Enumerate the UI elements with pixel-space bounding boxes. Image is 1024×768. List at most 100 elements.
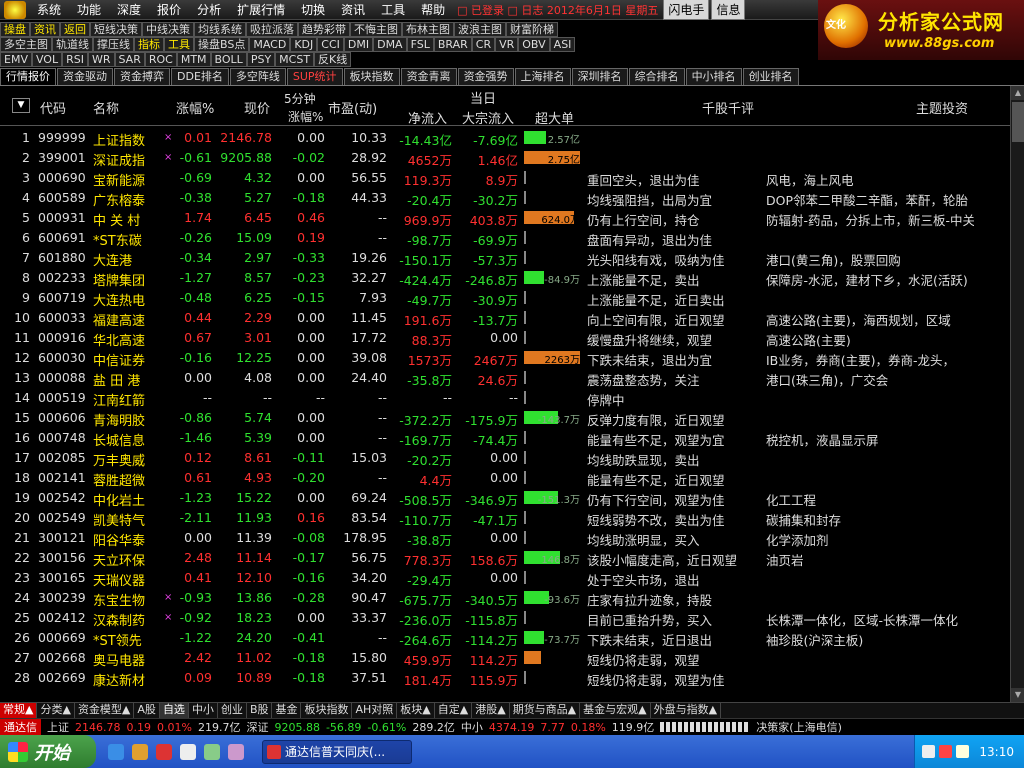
table-row[interactable]: 12 600030 中信证券 -0.16 12.25 0.00 39.08 1573万 2467…	[0, 348, 1010, 369]
tab-view[interactable]: 板块指数	[343, 68, 400, 85]
market-tab[interactable]: 分类▲	[37, 703, 75, 718]
table-row[interactable]: 28 002669 康达新材 0.09 10.89 -0.18 37.51 181.4万 115…	[0, 668, 1010, 688]
toolbar-button[interactable]: 中线决策	[142, 21, 194, 37]
menu-tools[interactable]: 工具	[373, 1, 413, 18]
tab-view[interactable]: 深圳排名	[571, 68, 628, 85]
toolbar-button[interactable]: MCST	[275, 51, 315, 67]
tool-icon[interactable]	[204, 743, 220, 760]
table-row[interactable]: 15 000606 青海明胶 -0.86 5.74 0.00 -- -372.2万 -175.9…	[0, 408, 1010, 429]
market-tab[interactable]: A股	[134, 703, 160, 718]
toolbar-button[interactable]: VR	[495, 36, 519, 52]
toolbar-button[interactable]: KDJ	[290, 36, 318, 52]
table-row[interactable]: 14 000519 江南红箭 -- -- -- -- -- -- 停牌中	[0, 388, 1010, 409]
header-pe[interactable]: 市盈(动)	[328, 98, 377, 117]
menu-switch[interactable]: 切换	[293, 1, 333, 18]
ie-icon[interactable]	[108, 743, 124, 760]
table-row[interactable]: 1 999999 上证指数 × 0.01 2146.78 0.00 10.33 -14.43亿 -…	[0, 128, 1010, 149]
tab-view[interactable]: 上海排名	[514, 68, 571, 85]
toolbar-button[interactable]: 趋势彩带	[298, 21, 350, 37]
table-row[interactable]: 23 300165 天瑞仪器 0.41 12.10 -0.16 34.20 -29.4万 0.0…	[0, 568, 1010, 589]
menu-ext-quote[interactable]: 扩展行情	[229, 1, 293, 18]
toolbar-button[interactable]: 操盘	[0, 21, 30, 37]
market-tab[interactable]: 资金模型▲	[75, 703, 135, 718]
table-row[interactable]: 26 000669 *ST领先 -1.22 24.20 -0.41 -- -264.6万 -11…	[0, 628, 1010, 649]
table-row[interactable]: 19 002542 中化岩土 -1.23 15.22 0.00 69.24 -508.5万 -3…	[0, 488, 1010, 509]
media-icon[interactable]	[228, 743, 244, 760]
toolbar-button[interactable]: 资讯	[30, 21, 60, 37]
scroll-down-icon[interactable]: ▼	[1011, 688, 1024, 702]
menu-function[interactable]: 功能	[69, 1, 109, 18]
menu-analysis[interactable]: 分析	[189, 1, 229, 18]
toolbar-button[interactable]: MACD	[249, 36, 291, 52]
brand-url[interactable]: www.88gs.com	[884, 36, 994, 51]
toolbar-button[interactable]: 波浪主图	[454, 21, 506, 37]
toolbar-button[interactable]: CR	[471, 36, 496, 52]
toolbar-button[interactable]: CCI	[317, 36, 344, 52]
table-row[interactable]: 21 300121 阳谷华泰 0.00 11.39 -0.08 178.95 -38.8万 0.…	[0, 528, 1010, 549]
market-tab[interactable]: AH对照	[352, 703, 398, 718]
market-tab[interactable]: 板块▲	[397, 703, 435, 718]
toolbar-button[interactable]: OBV	[518, 36, 550, 52]
vertical-scrollbar[interactable]: ▲ ▼	[1010, 86, 1024, 702]
tab-view[interactable]: DDE排名	[171, 68, 229, 85]
header-pct[interactable]: 涨幅%	[176, 98, 214, 117]
table-row[interactable]: 20 002549 凯美特气 -2.11 11.93 0.16 83.54 -110.7万 -4…	[0, 508, 1010, 529]
header-comment[interactable]: 千股千评	[702, 98, 754, 117]
table-row[interactable]: 10 600033 福建高速 0.44 2.29 0.00 11.45 191.6万 -13.7…	[0, 308, 1010, 329]
tab-view[interactable]: 多空阵线	[229, 68, 286, 85]
server-name[interactable]: 决策家(上海电信)	[756, 719, 842, 735]
toolbar-button[interactable]: BOLL	[210, 51, 247, 67]
market-tab[interactable]: 创业	[218, 703, 247, 718]
header-super-large[interactable]: 超大单	[535, 108, 574, 127]
table-row[interactable]: 22 300156 天立环保 2.48 11.14 -0.17 56.75 778.3万 158…	[0, 548, 1010, 569]
toolbar-button[interactable]: 多空主图	[0, 36, 52, 52]
tab-view[interactable]: 综合排名	[628, 68, 685, 85]
header-block-inflow[interactable]: 大宗流入	[462, 108, 514, 127]
toolbar-button[interactable]: 轨道线	[52, 36, 93, 52]
app-quick-icon[interactable]	[156, 743, 172, 760]
tab-view[interactable]: 资金搏弈	[114, 68, 170, 85]
header-price[interactable]: 现价	[244, 98, 270, 117]
table-row[interactable]: 2 399001 深证成指 × -0.61 9205.88 -0.02 28.92 4652万 1…	[0, 148, 1010, 169]
tab-view[interactable]: 资金驱动	[57, 68, 113, 85]
toolbar-button[interactable]: 工具	[164, 36, 194, 52]
table-row[interactable]: 11 000916 华北高速 0.67 3.01 0.00 17.72 88.3万 0.00 缓慢…	[0, 328, 1010, 349]
toolbar-button[interactable]: 短线决策	[90, 21, 142, 37]
table-row[interactable]: 8 002233 塔牌集团 -1.27 8.57 -0.23 32.27 -424.4万 -24…	[0, 268, 1010, 289]
toolbar-button[interactable]: 财富阶梯	[506, 21, 558, 37]
toolbar-button[interactable]: DMA	[373, 36, 407, 52]
table-row[interactable]: 7 601880 大连港 -0.34 2.97 -0.33 19.26 -150.1万 -57.…	[0, 248, 1010, 269]
info-button[interactable]: 信息	[711, 0, 746, 20]
clock[interactable]: 13:10	[979, 745, 1014, 759]
doc-icon[interactable]	[180, 743, 196, 760]
toolbar-button[interactable]: 指标	[134, 36, 164, 52]
toolbar-button[interactable]: 返回	[60, 21, 90, 37]
table-row[interactable]: 5 000931 中 关 村 1.74 6.45 0.46 -- 969.9万 403.8万 仍有…	[0, 208, 1010, 229]
flash-trade-button[interactable]: 闪电手	[663, 0, 710, 20]
toolbar-button[interactable]: 均线系统	[194, 21, 246, 37]
tab-view[interactable]: 行情报价	[0, 68, 56, 85]
toolbar-button[interactable]: FSL	[406, 36, 434, 52]
market-tab[interactable]: 港股▲	[472, 703, 510, 718]
header-5min-top[interactable]: 5分钟	[284, 90, 316, 107]
toolbar-button[interactable]: ASI	[549, 36, 576, 52]
tab-view[interactable]: 资金青离	[400, 68, 457, 85]
table-row[interactable]: 25 002412 汉森制药 × -0.92 18.23 0.00 33.37 -236.0万 -…	[0, 608, 1010, 629]
header-name[interactable]: 名称	[93, 98, 119, 117]
tab-view[interactable]: 创业排名	[742, 68, 799, 85]
menu-depth[interactable]: 深度	[109, 1, 149, 18]
market-tab[interactable]: 自选	[159, 703, 189, 718]
toolbar-button[interactable]: MTM	[176, 51, 211, 67]
table-row[interactable]: 18 002141 蓉胜超微 0.61 4.93 -0.20 -- 4.4万 0.00 能量有些不…	[0, 468, 1010, 489]
header-net-inflow[interactable]: 净流入	[408, 108, 447, 127]
toolbar-button[interactable]: EMV	[0, 51, 32, 67]
toolbar-button[interactable]: BRAR	[433, 36, 472, 52]
tab-view[interactable]: 资金强势	[457, 68, 514, 85]
folder-icon[interactable]	[132, 743, 148, 760]
network-icon[interactable]	[922, 745, 936, 758]
toolbar-button[interactable]: 撑压线	[93, 36, 134, 52]
table-row[interactable]: 4 600589 广东榕泰 -0.38 5.27 -0.18 44.33 -20.4万 -30.…	[0, 188, 1010, 209]
market-tab[interactable]: B股	[247, 703, 273, 718]
market-tab[interactable]: 常规▲	[0, 703, 38, 718]
toolbar-button[interactable]: VOL	[31, 51, 63, 67]
